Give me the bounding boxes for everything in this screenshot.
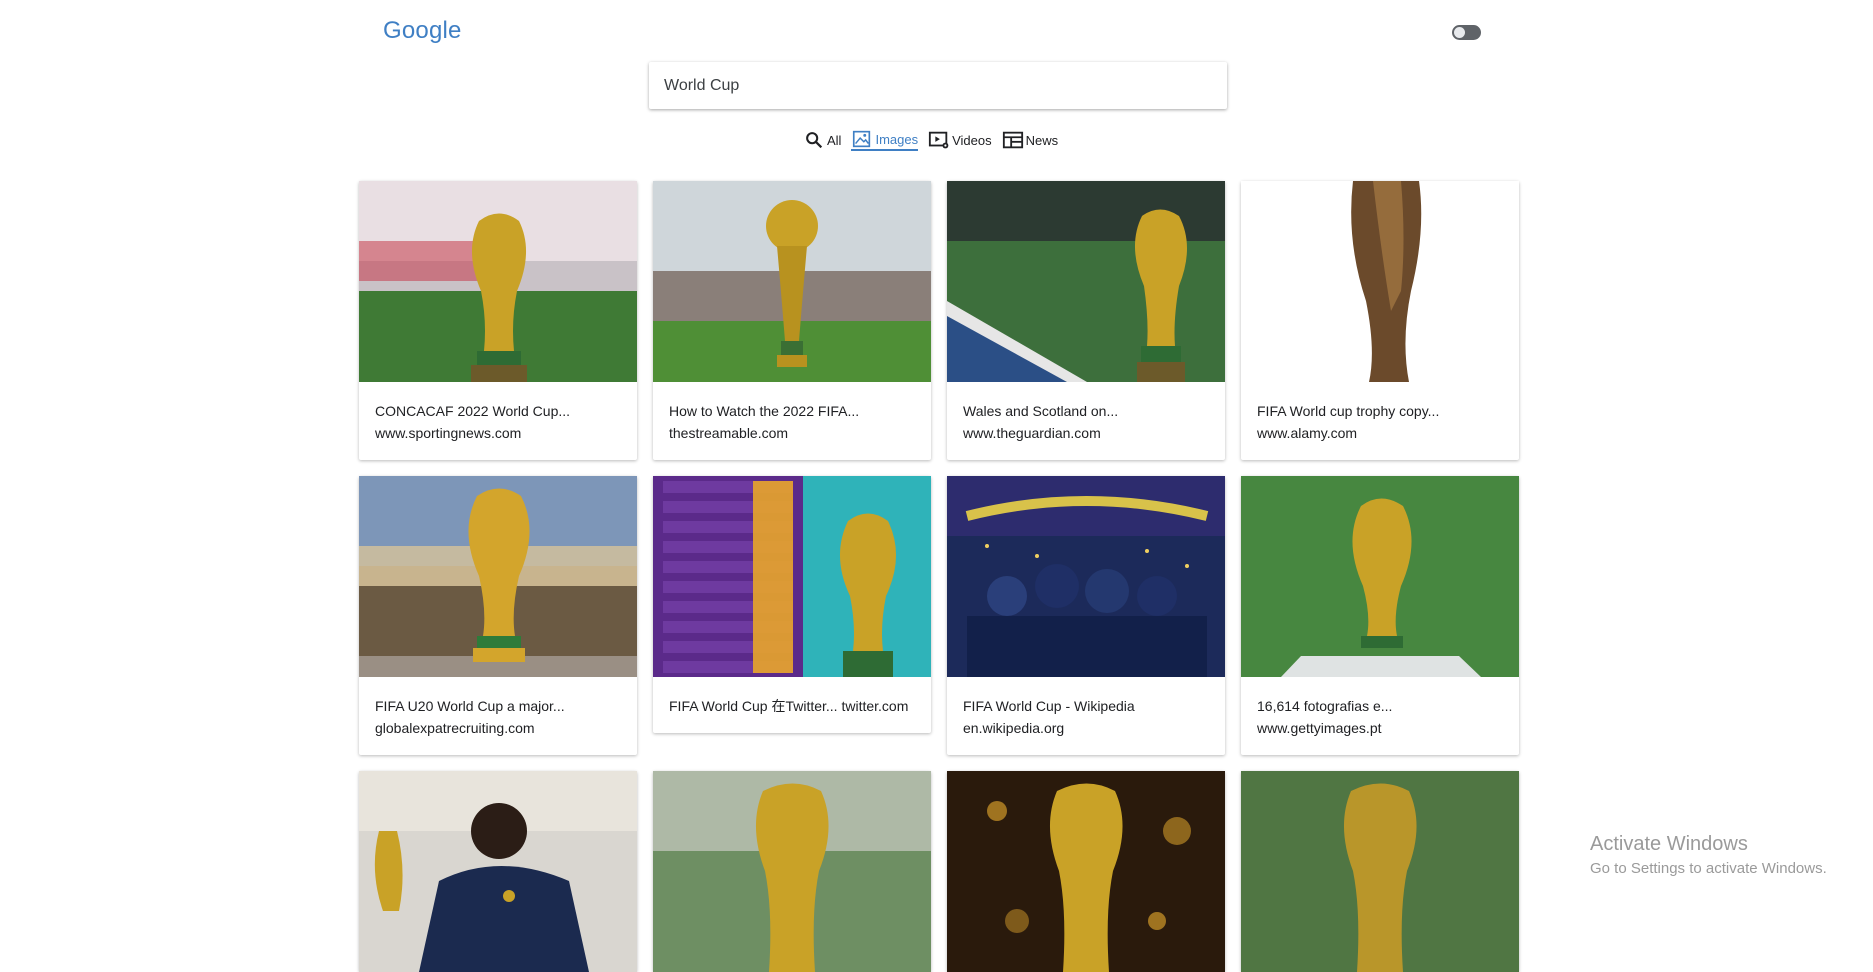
result-card[interactable]: FIFA World Cup - Wikipedia en.wikipedia.o… (947, 476, 1225, 755)
image-icon (853, 130, 871, 148)
result-title: 16,614 fotografias e... (1257, 698, 1393, 714)
tab-news[interactable]: News (1002, 129, 1059, 151)
result-thumbnail[interactable] (947, 476, 1225, 677)
tab-images-label: Images (875, 131, 919, 147)
result-card[interactable]: How to Watch the 2022 FIFA... thestreamab… (653, 181, 931, 460)
google-logo[interactable]: Google (383, 17, 462, 45)
result-title: FIFA World Cup - Wikipedia (963, 698, 1135, 714)
tab-videos-label: Videos (952, 132, 992, 148)
result-thumbnail[interactable] (947, 771, 1225, 972)
result-source: globalexpatrecruiting.com (375, 720, 535, 736)
result-card[interactable]: 16,614 fotografias e... www.gettyimages.p… (1241, 476, 1519, 755)
tab-all-label: All (827, 132, 842, 148)
tab-news-label: News (1025, 132, 1059, 148)
search-input[interactable] (664, 62, 1212, 109)
news-icon (1002, 131, 1023, 149)
result-card[interactable] (359, 771, 637, 972)
result-thumbnail[interactable] (359, 181, 637, 382)
image-results-grid: CONCACAF 2022 World Cup... www.sportingne… (359, 181, 1519, 972)
result-title: FIFA World Cup 在Twitter... twitter.com (669, 698, 909, 714)
watermark-title: Activate Windows (1590, 833, 1748, 855)
result-thumbnail[interactable] (359, 771, 637, 972)
result-thumbnail[interactable] (1241, 476, 1519, 677)
result-source: www.theguardian.com (963, 425, 1101, 441)
result-thumbnail[interactable] (1241, 181, 1519, 382)
result-thumbnail[interactable] (653, 476, 931, 677)
result-source: www.sportingnews.com (375, 425, 522, 441)
result-card[interactable]: FIFA World cup trophy copy... www.alamy.c… (1241, 181, 1519, 460)
tab-images[interactable]: Images (851, 129, 919, 151)
result-card[interactable] (1241, 771, 1519, 972)
result-thumbnail[interactable] (359, 476, 637, 677)
result-card[interactable]: CONCACAF 2022 World Cup... www.sportingne… (359, 181, 637, 460)
result-source: en.wikipedia.org (963, 720, 1065, 736)
search-tabs: All Images Videos News (803, 128, 1058, 152)
result-title: Wales and Scotland on... (963, 403, 1119, 419)
activate-windows-watermark: Activate Windows Go to Settings to activ… (1590, 833, 1827, 877)
theme-toggle[interactable] (1452, 25, 1481, 40)
result-thumbnail[interactable] (653, 181, 931, 382)
result-card[interactable] (653, 771, 931, 972)
tab-videos[interactable]: Videos (928, 129, 992, 151)
search-box[interactable] (649, 62, 1227, 109)
result-thumbnail[interactable] (653, 771, 931, 972)
tab-all[interactable]: All (803, 129, 841, 151)
result-thumbnail[interactable] (947, 181, 1225, 382)
result-card[interactable]: Wales and Scotland on... www.theguardian.… (947, 181, 1225, 460)
result-title: CONCACAF 2022 World Cup... (375, 403, 571, 419)
result-card[interactable] (947, 771, 1225, 972)
search-icon (806, 132, 823, 149)
result-card[interactable]: FIFA World Cup 在Twitter... twitter.com (653, 476, 931, 733)
result-thumbnail[interactable] (1241, 771, 1519, 972)
video-settings-icon (929, 131, 949, 149)
result-source: www.alamy.com (1257, 425, 1358, 441)
result-source: www.gettyimages.pt (1257, 720, 1382, 736)
toggle-knob (1454, 27, 1465, 38)
watermark-subtitle: Go to Settings to activate Windows. (1590, 860, 1827, 877)
result-title: How to Watch the 2022 FIFA... (669, 403, 860, 419)
result-card[interactable]: FIFA U20 World Cup a major... globalexpat… (359, 476, 637, 755)
result-title: FIFA World cup trophy copy... (1257, 403, 1440, 419)
result-source: thestreamable.com (669, 425, 789, 441)
result-title: FIFA U20 World Cup a major... (375, 698, 565, 714)
